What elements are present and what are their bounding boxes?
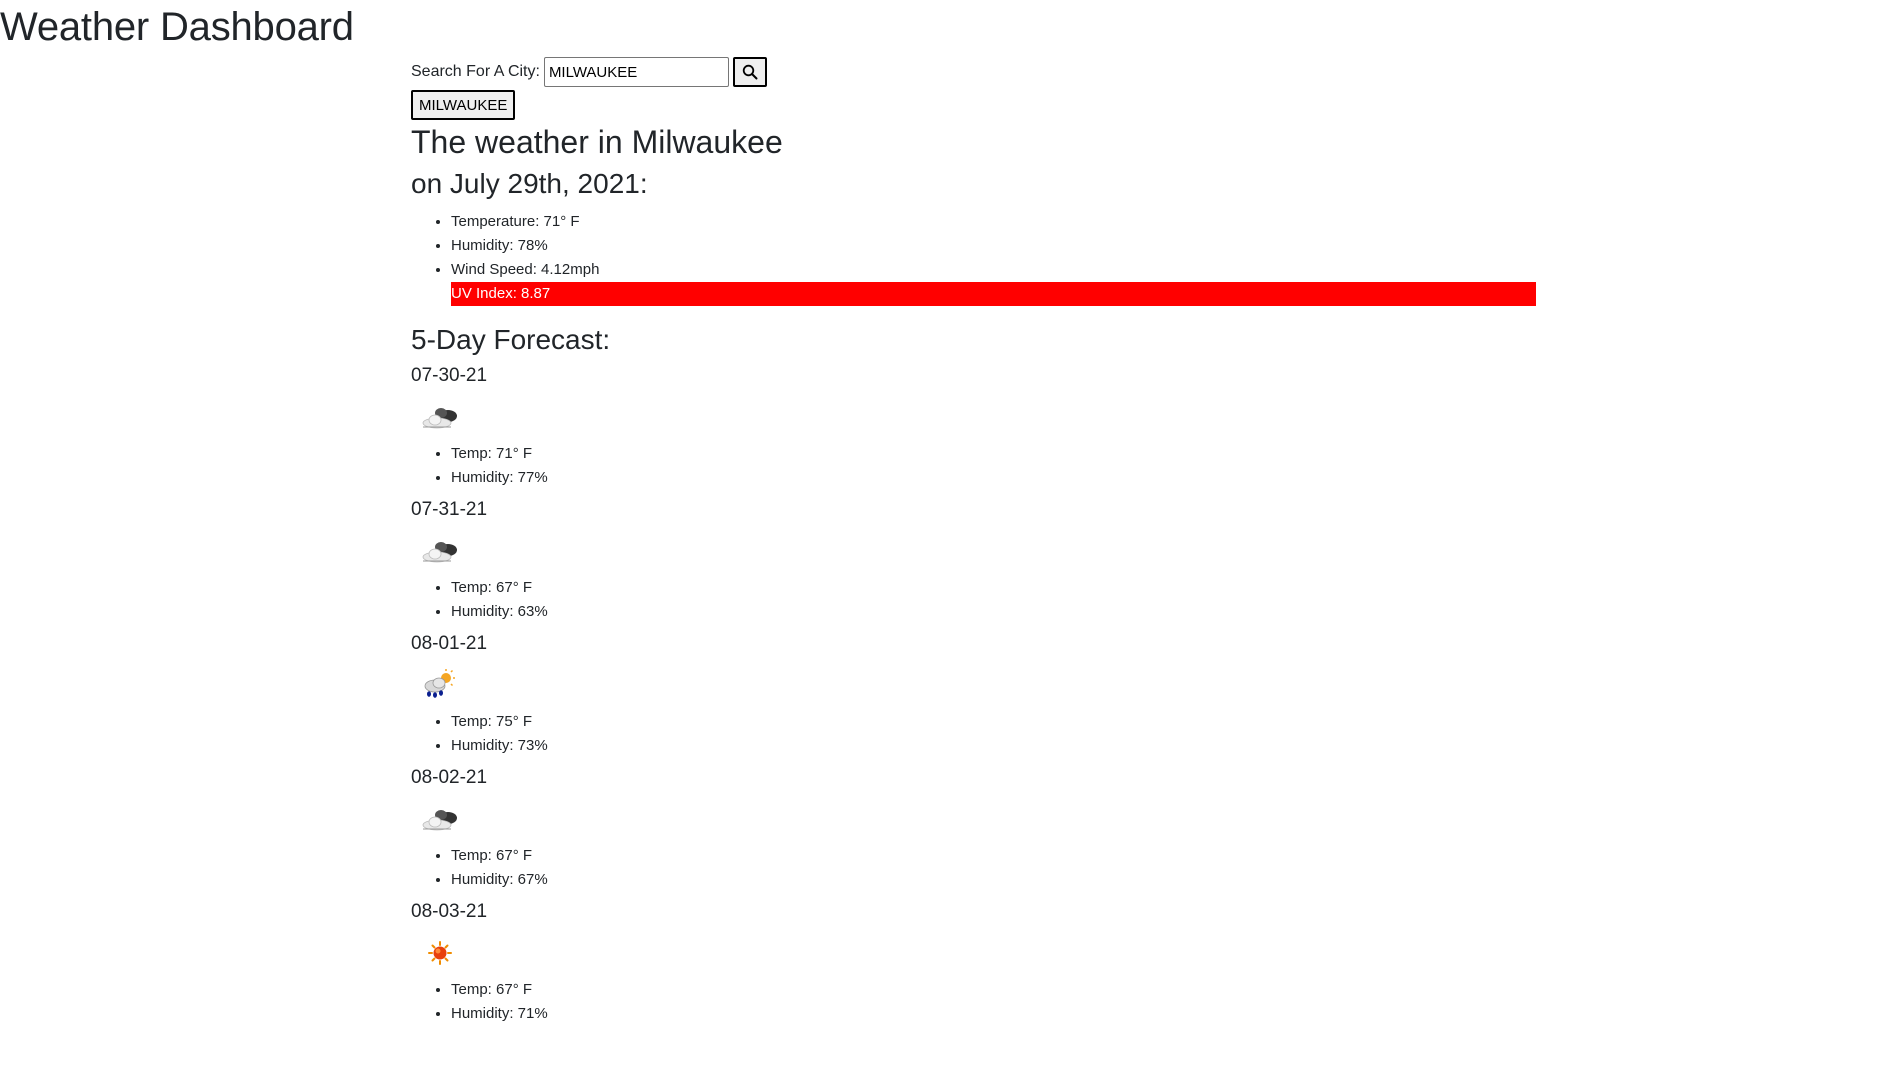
forecast-humidity: Humidity: 67%: [451, 868, 1541, 892]
forecast-day: 08-01-21 Temp: 75° F Humidity: 73%: [411, 628, 1541, 758]
search-icon: [742, 64, 758, 80]
forecast-date: 08-02-21: [411, 767, 488, 788]
forecast-date: 08-03-21: [411, 901, 488, 922]
forecast-day: 07-31-21 Temp: 67° F Humidity: 63%: [411, 494, 1541, 624]
uv-index-badge: UV Index: 8.87: [451, 282, 1536, 306]
search-label: Search For A City:: [411, 63, 540, 80]
forecast-humidity: Humidity: 73%: [451, 734, 1541, 758]
current-humidity: Humidity: 78%: [451, 234, 1541, 258]
history-city-button[interactable]: MILWAUKEE: [411, 90, 516, 120]
search-input[interactable]: [543, 57, 729, 87]
forecast-date: 07-30-21: [411, 365, 488, 386]
page-title: Weather Dashboard: [0, 5, 354, 49]
forecast-day: 08-03-21 Temp: 67° F Humidity: 71%: [411, 896, 1541, 1026]
search-form: Search For A City:: [411, 56, 1541, 88]
forecast-temp: Temp: 67° F: [451, 978, 1541, 1002]
forecast-humidity: Humidity: 77%: [451, 466, 1541, 490]
forecast-date: 08-01-21: [411, 633, 488, 654]
forecast-day: 08-02-21 Temp: 67° F Humidity: 67%: [411, 762, 1541, 892]
forecast-temp: Temp: 75° F: [451, 710, 1541, 734]
forecast-temp: Temp: 71° F: [451, 442, 1541, 466]
current-weather-title: The weather in Milwaukee: [411, 124, 783, 160]
cloudy-icon: [422, 542, 457, 563]
cloudy-icon: [422, 810, 457, 831]
forecast-date: 07-31-21: [411, 499, 488, 520]
sun-icon: [428, 941, 452, 965]
rain-sun-icon: [424, 669, 455, 698]
forecast-title: 5-Day Forecast:: [411, 324, 611, 355]
cloudy-icon: [422, 408, 457, 429]
forecast-humidity: Humidity: 71%: [451, 1002, 1541, 1026]
search-button[interactable]: [732, 57, 767, 87]
forecast-temp: Temp: 67° F: [451, 576, 1541, 600]
forecast-humidity: Humidity: 63%: [451, 600, 1541, 624]
current-wind-speed: Wind Speed: 4.12mph: [451, 258, 1541, 282]
main-content: Search For A City: MILWAUKEE The weather…: [411, 56, 1541, 1026]
current-stats-list: Temperature: 71° F Humidity: 78% Wind Sp…: [411, 210, 1541, 282]
current-temperature: Temperature: 71° F: [451, 210, 1541, 234]
current-weather-date: on July 29th, 2021:: [411, 168, 648, 199]
forecast-temp: Temp: 67° F: [451, 844, 1541, 868]
forecast-day: 07-30-21 Temp: 71° F Humidity: 77%: [411, 360, 1541, 490]
